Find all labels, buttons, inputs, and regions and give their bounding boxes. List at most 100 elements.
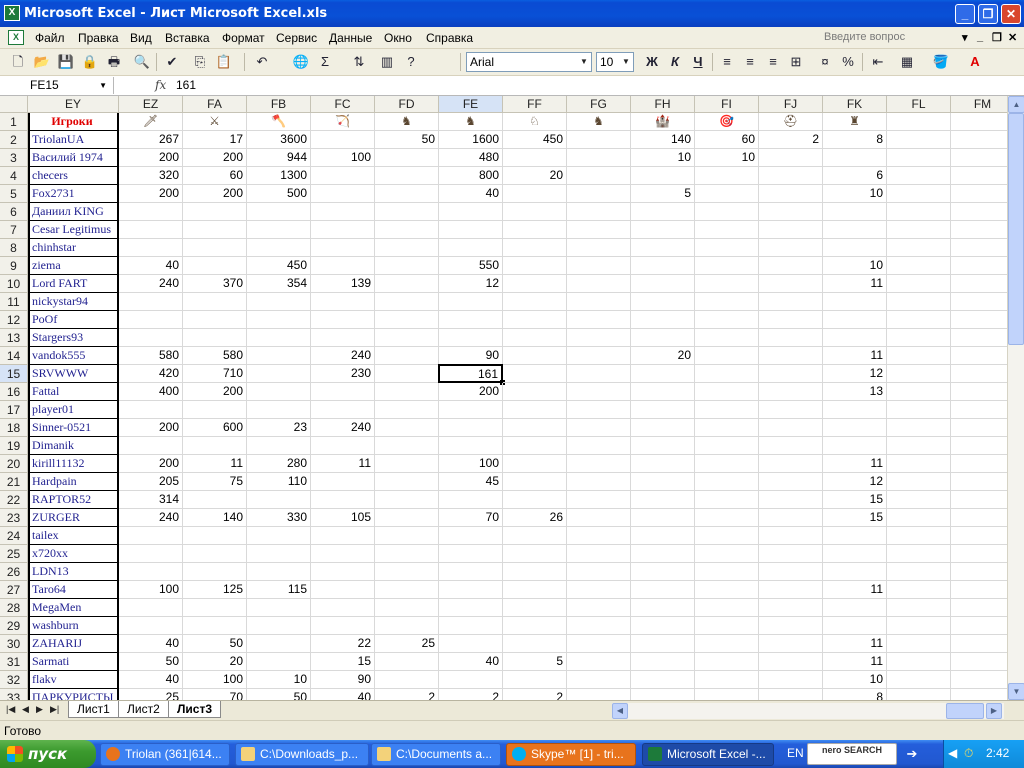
cell[interactable] [439, 239, 503, 257]
cell[interactable] [567, 131, 631, 149]
cell[interactable] [567, 419, 631, 437]
chevron-down-icon[interactable]: ▼ [620, 54, 632, 70]
font-color-icon[interactable]: A [966, 53, 984, 71]
sheet-tab-2[interactable]: Лист2 [118, 701, 169, 718]
axe-icon[interactable]: 🪓 [247, 113, 311, 131]
cell[interactable] [759, 365, 823, 383]
cell[interactable]: 8 [823, 689, 887, 700]
cell[interactable] [567, 383, 631, 401]
menu-data[interactable]: Данные [329, 31, 372, 45]
cell[interactable] [375, 491, 439, 509]
cell[interactable]: 11 [311, 455, 375, 473]
cell[interactable] [375, 347, 439, 365]
row-header[interactable]: 31 [0, 653, 28, 671]
cell[interactable] [247, 203, 311, 221]
cell[interactable] [631, 275, 695, 293]
cell[interactable] [631, 167, 695, 185]
cell[interactable] [631, 617, 695, 635]
cell[interactable] [951, 239, 1007, 257]
cell[interactable] [695, 203, 759, 221]
cell[interactable] [311, 599, 375, 617]
cell[interactable]: 5 [503, 653, 567, 671]
player-name-cell[interactable]: Даниил KING [28, 203, 119, 221]
cell[interactable] [759, 185, 823, 203]
maximize-button[interactable]: ❐ [978, 4, 998, 24]
cell[interactable] [439, 563, 503, 581]
cell[interactable]: 100 [183, 671, 247, 689]
cell[interactable]: 1300 [247, 167, 311, 185]
cell[interactable] [567, 653, 631, 671]
cell[interactable] [887, 293, 951, 311]
cell[interactable] [887, 473, 951, 491]
cell[interactable]: 25 [375, 635, 439, 653]
cell[interactable] [183, 293, 247, 311]
row-header[interactable]: 23 [0, 509, 28, 527]
cell[interactable]: 8 [823, 131, 887, 149]
cell[interactable] [567, 311, 631, 329]
cell[interactable] [503, 455, 567, 473]
cell[interactable] [887, 149, 951, 167]
cell[interactable]: 11 [823, 347, 887, 365]
cell[interactable] [503, 563, 567, 581]
cell[interactable] [439, 545, 503, 563]
player-name-cell[interactable]: Cesar Legitimus [28, 221, 119, 239]
sort-icon[interactable]: ⇅ [350, 53, 368, 71]
cell[interactable]: 40 [119, 257, 183, 275]
cell[interactable] [247, 221, 311, 239]
cell[interactable] [119, 293, 183, 311]
cell[interactable]: 240 [311, 419, 375, 437]
cell[interactable] [759, 509, 823, 527]
army-icon[interactable]: ♜ [823, 113, 887, 131]
cell[interactable]: 10 [823, 257, 887, 275]
cell[interactable] [951, 617, 1007, 635]
dark-knight-icon[interactable]: ♞ [567, 113, 631, 131]
player-name-cell[interactable]: PoOf [28, 311, 119, 329]
cell[interactable] [887, 617, 951, 635]
cell[interactable] [887, 653, 951, 671]
cell[interactable]: 2 [439, 689, 503, 700]
cell[interactable] [375, 383, 439, 401]
cell[interactable] [183, 545, 247, 563]
cell[interactable] [951, 473, 1007, 491]
cell[interactable]: 11 [823, 635, 887, 653]
cell[interactable] [503, 545, 567, 563]
cell[interactable]: 200 [183, 149, 247, 167]
cell[interactable] [311, 473, 375, 491]
cell[interactable] [567, 563, 631, 581]
cell[interactable] [183, 329, 247, 347]
question-input[interactable]: Введите вопрос [824, 30, 974, 46]
cell[interactable]: 200 [183, 383, 247, 401]
cell[interactable]: 10 [247, 671, 311, 689]
cell[interactable] [375, 329, 439, 347]
cell[interactable]: 100 [439, 455, 503, 473]
cell[interactable] [567, 689, 631, 700]
cell[interactable] [631, 527, 695, 545]
cell[interactable] [119, 563, 183, 581]
cell[interactable] [951, 185, 1007, 203]
cell[interactable] [375, 473, 439, 491]
cell[interactable] [823, 527, 887, 545]
cell[interactable] [183, 491, 247, 509]
cell[interactable] [631, 689, 695, 700]
cell[interactable] [119, 329, 183, 347]
cell[interactable] [887, 437, 951, 455]
cell[interactable] [503, 239, 567, 257]
cell[interactable] [567, 437, 631, 455]
cell[interactable] [503, 491, 567, 509]
cell[interactable] [503, 149, 567, 167]
cell[interactable] [119, 599, 183, 617]
row-header[interactable]: 3 [0, 149, 28, 167]
cell[interactable] [567, 275, 631, 293]
player-name-cell[interactable]: Sarmati [28, 653, 119, 671]
cell[interactable]: 200 [439, 383, 503, 401]
cell[interactable] [567, 635, 631, 653]
save-icon[interactable]: 💾 [57, 53, 75, 71]
cell[interactable] [887, 131, 951, 149]
cell[interactable] [503, 275, 567, 293]
cell[interactable] [951, 509, 1007, 527]
cell[interactable] [759, 275, 823, 293]
cell[interactable] [503, 527, 567, 545]
cell[interactable] [567, 617, 631, 635]
cell[interactable] [247, 617, 311, 635]
help-icon[interactable]: ? [402, 53, 420, 71]
